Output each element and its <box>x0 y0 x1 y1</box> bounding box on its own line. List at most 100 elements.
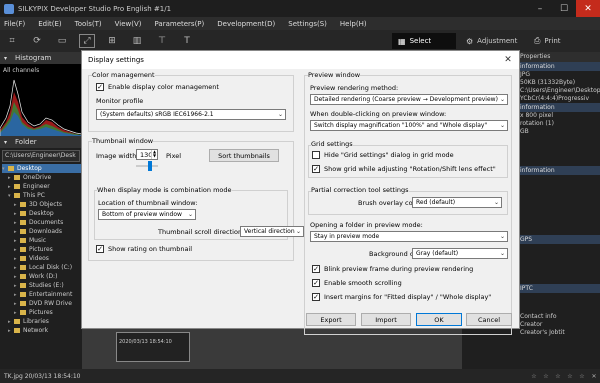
select-value: Gray (default) <box>416 250 459 257</box>
location-label: Location of thumbnail window: <box>98 199 198 207</box>
monitor-profile-select[interactable]: (System defaults) sRGB IEC61966-2.1 ⌄ <box>96 109 286 120</box>
background-color-select[interactable]: Gray (default) ⌄ <box>412 248 508 259</box>
rotate-tool-icon[interactable]: ⟳ <box>29 34 45 48</box>
checkbox-label: Insert margins for "Fitted display" / "W… <box>324 293 492 301</box>
select-value: Red (default) <box>416 199 456 206</box>
mode-adjustment-button[interactable]: ⚙ Adjustment <box>460 33 522 49</box>
tree-node[interactable]: ▸ 3D Objects <box>2 200 82 209</box>
straighten-tool-icon[interactable]: ⊤ <box>154 34 170 48</box>
tree-node-label: DVD RW Drive <box>29 300 72 307</box>
folder-opening-select[interactable]: Stay in preview mode ⌄ <box>310 231 508 242</box>
show-grid-checkbox[interactable]: ✓ Show grid while adjusting "Rotation/Sh… <box>312 165 496 173</box>
window-controls: – ☐ ✕ <box>528 0 600 17</box>
menu-view[interactable]: View(V) <box>115 20 142 28</box>
cancel-button[interactable]: Cancel <box>466 313 512 326</box>
color-management-label: Color management <box>92 71 155 79</box>
checkbox-box[interactable] <box>312 151 320 159</box>
mode-select-button[interactable]: ▦ Select <box>392 33 456 49</box>
menu-development[interactable]: Development(D) <box>217 20 275 28</box>
display-settings-dialog: Display settings ✕ Color management ✓ En… <box>81 50 520 335</box>
chevron-down-icon: ⌄ <box>295 228 301 235</box>
tree-node[interactable]: ▾ This PC <box>2 191 82 200</box>
maximize-icon[interactable]: ☐ <box>552 0 576 17</box>
location-select[interactable]: Bottom of preview window ⌄ <box>98 209 196 220</box>
image-width-slider[interactable] <box>136 161 158 171</box>
checkbox-box[interactable]: ✓ <box>312 293 320 301</box>
rendering-method-select[interactable]: Detailed rendering (Coarse preview → Dev… <box>310 94 508 105</box>
tree-node[interactable]: ▸ Music <box>2 236 82 245</box>
menu-tools[interactable]: Tools(T) <box>75 20 102 28</box>
histogram-header-label: Histogram <box>15 54 52 62</box>
export-button[interactable]: Export <box>306 313 356 326</box>
star-icon[interactable]: ☆ <box>528 373 540 380</box>
tree-node[interactable]: ▸ DVD RW Drive <box>2 299 82 308</box>
text-tool-icon[interactable]: T <box>179 34 195 48</box>
checkbox-box[interactable]: ✓ <box>312 265 320 273</box>
grid-view-icon[interactable]: ⊞ <box>104 34 120 48</box>
insert-margins-checkbox[interactable]: ✓ Insert margins for "Fitted display" / … <box>312 293 491 301</box>
star-icon[interactable]: ☆ <box>552 373 564 380</box>
histogram-header[interactable]: ▾ Histogram <box>0 52 82 64</box>
tree-node[interactable]: ▸ Local Disk (C:) <box>2 263 82 272</box>
star-icon[interactable]: ☆ <box>576 373 588 380</box>
tree-node-label: Videos <box>29 255 49 262</box>
checkbox-box[interactable]: ✓ <box>96 245 104 253</box>
tree-node[interactable]: ▸ Pictures <box>2 245 82 254</box>
crop-tool-icon[interactable]: ⌗ <box>4 34 20 48</box>
tree-node[interactable]: ▸ Network <box>2 326 82 335</box>
tree-node[interactable]: ▸ Entertainment <box>2 290 82 299</box>
enable-color-management-checkbox[interactable]: ✓ Enable display color management <box>96 83 219 91</box>
folder-header[interactable]: ▾ Folder <box>0 136 82 148</box>
tree-node-label: Pictures <box>29 246 53 253</box>
sort-thumbnails-button[interactable]: Sort thumbnails <box>209 149 279 162</box>
dialog-close-icon[interactable]: ✕ <box>501 54 515 66</box>
main-toolbar: ⌗ ⟳ ▭ ⤢ ⊞ ▥ ⊤ T ▦ Select ⚙ Adjustment ⎙ … <box>0 30 600 52</box>
double-click-select[interactable]: Switch display magnification "100%" and … <box>310 120 508 131</box>
mode-print-button[interactable]: ⎙ Print <box>528 33 588 49</box>
close-icon[interactable]: ✕ <box>576 0 600 17</box>
slider-thumb[interactable] <box>148 161 152 171</box>
single-view-icon[interactable]: ▭ <box>54 34 70 48</box>
tree-node[interactable]: ▸ Documents <box>2 218 82 227</box>
tree-node[interactable]: ▸ Work (D:) <box>2 272 82 281</box>
checkbox-box[interactable]: ✓ <box>312 279 320 287</box>
tree-node[interactable]: ▸ Studies (E:) <box>2 281 82 290</box>
menu-settings[interactable]: Settings(S) <box>288 20 327 28</box>
tree-node[interactable]: ▸ Engineer <box>2 182 82 191</box>
show-rating-checkbox[interactable]: ✓ Show rating on thumbnail <box>96 245 192 253</box>
tree-node[interactable]: ▸ Downloads <box>2 227 82 236</box>
star-icon[interactable]: ☆ <box>540 373 552 380</box>
image-width-input[interactable]: 130 ▲ ▼ <box>136 149 158 160</box>
compare-view-icon[interactable]: ▥ <box>129 34 145 48</box>
thumbnail-item[interactable]: 2020/03/13 18:54:10 <box>116 332 190 362</box>
tree-node[interactable]: ▸ OneDrive <box>2 173 82 182</box>
tree-node[interactable]: ▸ Videos <box>2 254 82 263</box>
mode-adjustment-label: Adjustment <box>477 37 518 45</box>
checkbox-box[interactable]: ✓ <box>312 165 320 173</box>
folder-path-field[interactable]: C:\Users\Engineer\Desk <box>2 150 80 162</box>
tree-node[interactable]: ▸ Pictures <box>2 308 82 317</box>
blink-preview-checkbox[interactable]: ✓ Blink preview frame during preview ren… <box>312 265 473 273</box>
hide-grid-dialog-checkbox[interactable]: Hide "Grid settings" dialog in grid mode <box>312 151 454 159</box>
star-icon[interactable]: ☆ <box>564 373 576 380</box>
tree-node[interactable]: ▾ Desktop <box>2 164 82 173</box>
menu-parameters[interactable]: Parameters(P) <box>155 20 205 28</box>
folder-icon <box>20 220 26 225</box>
delete-icon[interactable]: ✕ <box>588 373 600 380</box>
smooth-scrolling-checkbox[interactable]: ✓ Enable smooth scrolling <box>312 279 402 287</box>
minimize-icon[interactable]: – <box>528 0 552 17</box>
spin-arrows-icon[interactable]: ▲ ▼ <box>151 150 157 159</box>
tree-node[interactable]: ▸ Desktop <box>2 209 82 218</box>
tree-node[interactable]: ▸ Libraries <box>2 317 82 326</box>
ok-button[interactable]: OK <box>416 313 462 326</box>
scroll-direction-select[interactable]: Vertical direction ⌄ <box>240 226 304 237</box>
checkbox-box[interactable]: ✓ <box>96 83 104 91</box>
menu-edit[interactable]: Edit(E) <box>38 20 61 28</box>
import-button[interactable]: Import <box>361 313 411 326</box>
brush-overlay-select[interactable]: Red (default) ⌄ <box>412 197 502 208</box>
menu-file[interactable]: File(F) <box>4 20 25 28</box>
fit-view-icon[interactable]: ⤢ <box>79 34 95 48</box>
menu-help[interactable]: Help(H) <box>340 20 367 28</box>
status-bar: TK.jpg 20/03/13 18:54:10 ☆ ☆ ☆ ☆ ☆ ✕ <box>0 369 600 383</box>
folder-icon <box>20 247 26 252</box>
